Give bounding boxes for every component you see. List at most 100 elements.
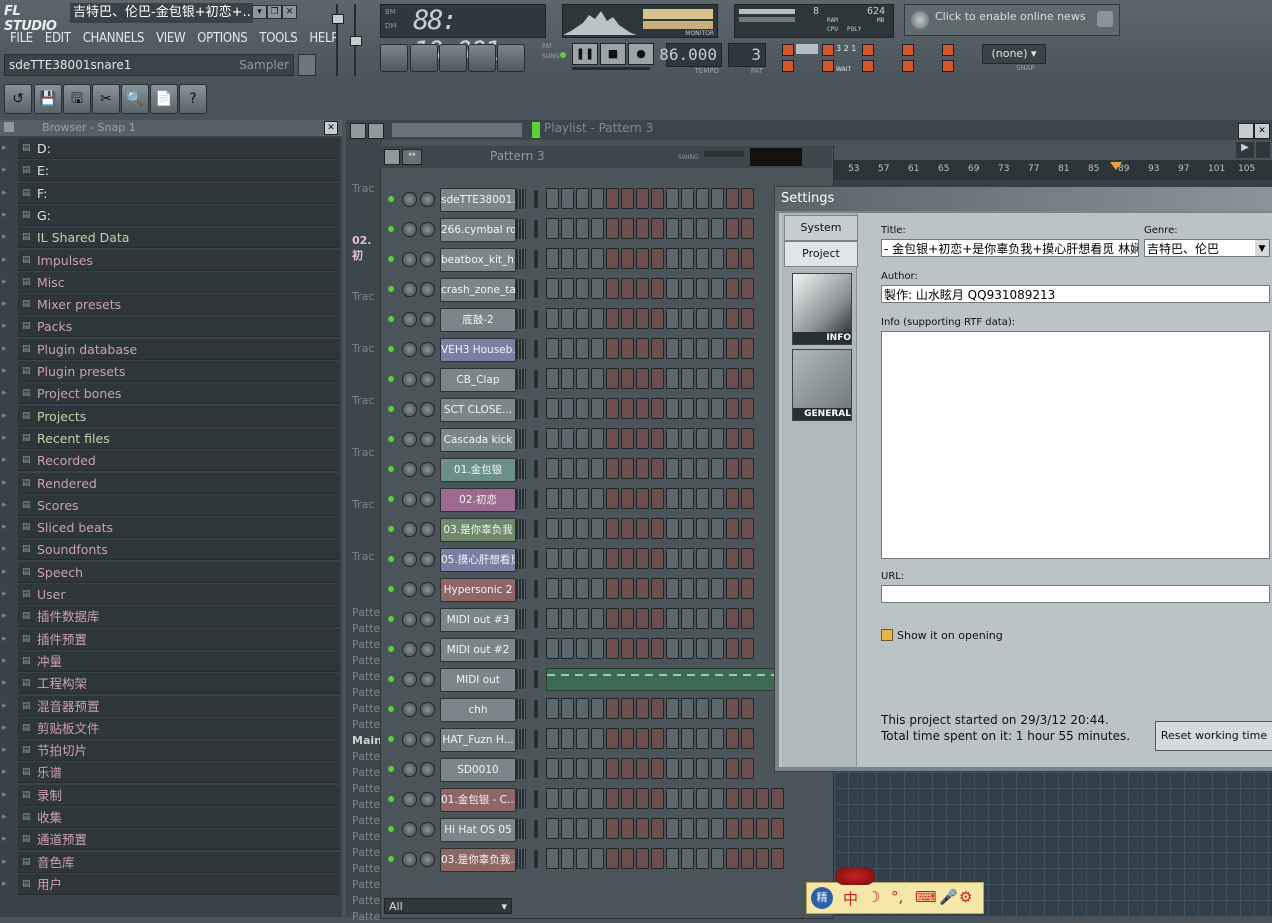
browser-item[interactable]: ▤ User [18, 584, 340, 605]
channel-filter-select[interactable]: All ▾ [384, 898, 512, 914]
channel-name-button[interactable]: 266.cymbal roll [440, 218, 516, 242]
step-button[interactable] [666, 818, 679, 839]
expand-icon[interactable]: ▸ [2, 143, 14, 153]
channel-row[interactable]: MIDI out #2 [386, 637, 806, 663]
pattern-list-item[interactable]: Patte [352, 878, 380, 891]
channel-mute-led[interactable] [388, 706, 394, 712]
step-button[interactable] [681, 428, 694, 449]
playlist-scroll-end[interactable] [1256, 142, 1270, 158]
expand-icon[interactable]: ▸ [2, 366, 14, 376]
ime-mode-icon[interactable]: 中 [843, 888, 858, 909]
step-button[interactable] [711, 518, 724, 539]
step-button[interactable] [741, 278, 754, 299]
step-button[interactable] [651, 428, 664, 449]
channel-row[interactable]: 01.金包银 [386, 457, 806, 483]
step-button[interactable] [621, 758, 634, 779]
step-button[interactable] [561, 368, 574, 389]
step-button[interactable] [636, 518, 649, 539]
channel-mute-led[interactable] [388, 406, 394, 412]
step-button[interactable] [546, 458, 559, 479]
browser-item[interactable]: ▤ 乐谱 [18, 762, 340, 784]
step-button[interactable] [621, 818, 634, 839]
step-button[interactable] [726, 548, 739, 569]
step-button[interactable] [741, 338, 754, 359]
step-button[interactable] [726, 308, 739, 329]
countdown-button[interactable] [822, 44, 834, 56]
pattern-list-item[interactable]: Patte [352, 670, 380, 683]
expand-icon[interactable]: ▸ [2, 745, 14, 755]
step-button[interactable] [591, 458, 604, 479]
step-button[interactable] [621, 218, 634, 239]
expand-icon[interactable]: ▸ [2, 857, 14, 867]
channel-select-indicator[interactable] [534, 310, 538, 328]
step-button[interactable] [696, 578, 709, 599]
step-button[interactable] [591, 818, 604, 839]
step-button[interactable] [546, 788, 559, 809]
step-button[interactable] [681, 818, 694, 839]
step-edit-button[interactable] [902, 44, 914, 56]
channel-select-indicator[interactable] [534, 370, 538, 388]
channel-row[interactable]: VEH3 Houseb... [386, 337, 806, 363]
step-button[interactable] [666, 848, 679, 869]
step-button[interactable] [681, 308, 694, 329]
save-button[interactable]: 🖫 [63, 84, 91, 114]
step-button[interactable] [696, 368, 709, 389]
channel-select-indicator[interactable] [534, 820, 538, 838]
channel-mute-led[interactable] [388, 826, 394, 832]
channel-row[interactable]: MIDI out #3 [386, 607, 806, 633]
step-button[interactable] [696, 338, 709, 359]
channel-mixer-track[interactable] [516, 249, 526, 269]
channel-pan-knob[interactable] [402, 762, 417, 777]
track-label[interactable]: Trac [352, 394, 374, 407]
channel-volume-knob[interactable] [420, 612, 435, 627]
channel-pan-knob[interactable] [402, 312, 417, 327]
step-button[interactable] [546, 338, 559, 359]
channel-row[interactable]: 03.是你辜负我 [386, 517, 806, 543]
step-button[interactable] [681, 788, 694, 809]
step-button[interactable] [651, 518, 664, 539]
pattern-list-item[interactable]: Patte [352, 622, 380, 635]
channel-volume-knob[interactable] [420, 222, 435, 237]
step-button[interactable] [576, 428, 589, 449]
step-button[interactable] [696, 488, 709, 509]
step-button[interactable] [681, 728, 694, 749]
step-button[interactable] [666, 728, 679, 749]
channel-mute-led[interactable] [388, 496, 394, 502]
step-button[interactable] [561, 308, 574, 329]
undo-button[interactable]: ↺ [4, 84, 32, 114]
step-button[interactable] [561, 638, 574, 659]
expand-icon[interactable]: ▸ [2, 678, 14, 688]
step-button[interactable] [741, 788, 754, 809]
step-button[interactable] [576, 578, 589, 599]
step-button[interactable] [591, 848, 604, 869]
step-button[interactable] [606, 248, 619, 269]
step-sequencer-view-button[interactable] [410, 44, 438, 72]
step-button[interactable] [561, 548, 574, 569]
step-button[interactable] [546, 308, 559, 329]
step-button[interactable] [621, 548, 634, 569]
step-button[interactable] [666, 428, 679, 449]
step-button[interactable] [576, 608, 589, 629]
step-button[interactable] [546, 188, 559, 209]
step-button[interactable] [606, 788, 619, 809]
step-button[interactable] [696, 308, 709, 329]
browser-view-button[interactable] [468, 44, 496, 72]
channel-mute-led[interactable] [388, 676, 394, 682]
step-button[interactable] [546, 638, 559, 659]
step-button[interactable] [741, 518, 754, 539]
piano-roll-preview[interactable] [546, 668, 776, 691]
expand-icon[interactable]: ▸ [2, 522, 14, 532]
channel-pan-knob[interactable] [402, 792, 417, 807]
step-button[interactable] [621, 308, 634, 329]
step-button[interactable] [741, 848, 754, 869]
step-button[interactable] [636, 608, 649, 629]
step-button[interactable] [696, 428, 709, 449]
channel-name-button[interactable]: 01.金包银 [440, 458, 516, 482]
channel-pan-knob[interactable] [402, 402, 417, 417]
channel-name-button[interactable]: 03.是你辜负我... [440, 848, 516, 872]
channel-row[interactable]: CB_Clap [386, 367, 806, 393]
online-news-panel[interactable]: Click to enable online news [904, 4, 1120, 36]
step-button[interactable] [741, 758, 754, 779]
step-button[interactable] [726, 398, 739, 419]
step-button[interactable] [681, 488, 694, 509]
